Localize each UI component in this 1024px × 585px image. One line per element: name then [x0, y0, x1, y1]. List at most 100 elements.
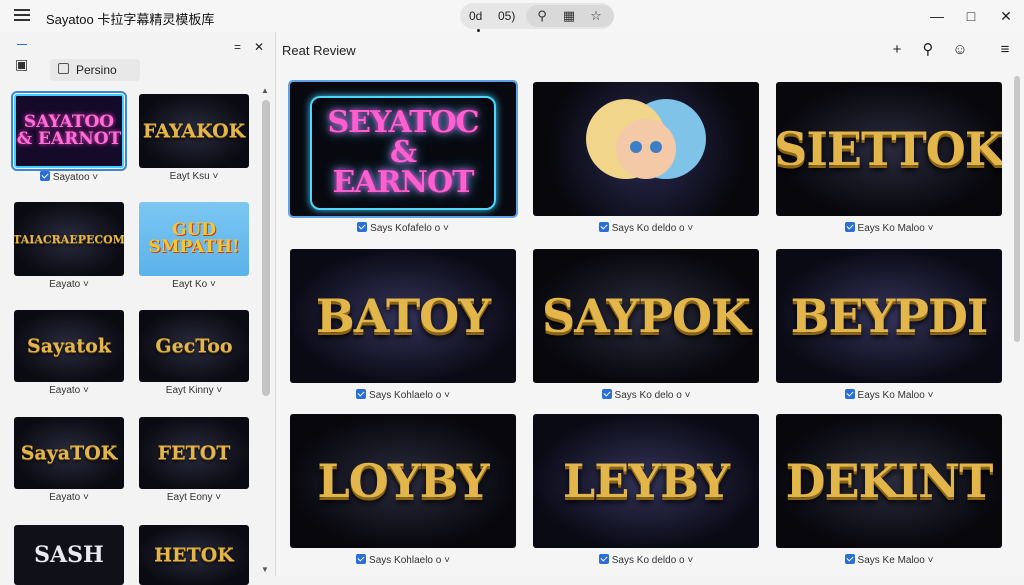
thumbnail-caption[interactable]: Eayt Eony ˅	[139, 492, 249, 503]
checkbox-checked-icon[interactable]	[844, 554, 855, 564]
scroll-up-icon[interactable]: ▲	[261, 86, 269, 95]
template-preview-card[interactable]: DEKINT	[776, 414, 1002, 548]
card-art-text	[533, 82, 759, 216]
template-preview-card[interactable]: LEYBY	[533, 414, 759, 548]
tab-persino[interactable]: Persino	[50, 59, 140, 81]
search-refine-icon[interactable]: ⚲	[534, 8, 550, 24]
template-thumbnail[interactable]: SASH	[14, 525, 124, 585]
template-thumbnail[interactable]: FETOT	[139, 417, 249, 489]
chevron-down-icon[interactable]: ˅	[441, 390, 450, 401]
checkbox-checked-icon[interactable]	[357, 222, 368, 232]
chevron-down-icon[interactable]: ˅	[441, 555, 450, 566]
card-caption[interactable]: Says Ko deldo o ˅	[533, 554, 759, 566]
caption-label: Eayt Ksu	[169, 171, 210, 182]
template-thumbnail[interactable]: SAYATOO & EARNOT	[11, 91, 127, 171]
checkbox-checked-icon[interactable]	[844, 222, 855, 232]
template-thumbnail[interactable]: GecToo	[139, 310, 249, 382]
panel-minimize-icon[interactable]: =	[234, 40, 241, 54]
template-preview-card[interactable]: BATOY	[290, 249, 516, 383]
template-thumbnail[interactable]: FAYAKOK	[139, 94, 249, 168]
chevron-down-icon[interactable]: ˅	[207, 279, 216, 290]
card-caption[interactable]: Says Kohlaelo o ˅	[290, 389, 516, 401]
add-icon[interactable]: +	[888, 41, 906, 59]
left-scrollbar[interactable]: ▲ ▼	[259, 84, 273, 576]
star-icon[interactable]: ☆	[588, 8, 604, 24]
chevron-down-icon[interactable]: ˅	[925, 555, 934, 566]
chevron-down-icon[interactable]: ˅	[925, 390, 934, 401]
caption-label: Eayato	[49, 385, 81, 396]
maximize-button[interactable]: □	[961, 6, 981, 26]
checkbox-checked-icon[interactable]	[598, 554, 609, 564]
template-preview-card[interactable]: SEYATOC & EARNOT	[288, 80, 518, 218]
chevron-down-icon[interactable]: ˅	[210, 171, 218, 182]
card-caption[interactable]: Says Ko delo o ˅	[533, 389, 759, 401]
caption-label: Says Kohlaelo o	[369, 390, 442, 401]
chevron-down-icon[interactable]: ˅	[80, 385, 89, 396]
chevron-down-icon[interactable]: ˅	[80, 279, 89, 290]
thumbnail-art-text: SASH	[34, 542, 104, 568]
template-preview-card[interactable]: SIETTOK	[776, 82, 1002, 216]
scroll-down-icon[interactable]: ▼	[261, 565, 269, 574]
thumbnail-caption[interactable]: Eayt Ko ˅	[139, 279, 249, 290]
template-preview-card[interactable]	[533, 82, 759, 216]
card-caption[interactable]: Says Kohlaelo o ˅	[290, 554, 516, 566]
right-scrollbar[interactable]	[1012, 68, 1022, 576]
thumbnail-art-text: FETOT	[157, 441, 231, 464]
template-thumbnail[interactable]: TAIACRAEPECOM	[14, 202, 124, 276]
preview-panel: Reat Review + ⚲ ☺ ≡ SEYATOC & EARNOT Says…	[276, 32, 1024, 576]
thumbnail-caption[interactable]: Eayt Ksu ˅	[139, 171, 249, 182]
more-menu-icon[interactable]: ≡	[996, 41, 1014, 59]
template-thumbnail[interactable]: Sayatok	[14, 310, 124, 382]
caption-label: Eayt Eony	[166, 492, 213, 503]
checkbox-checked-icon[interactable]	[39, 171, 50, 181]
template-thumbnail[interactable]: GUD SMPATH!	[139, 202, 249, 276]
checkbox-checked-icon[interactable]	[356, 389, 367, 399]
chevron-down-icon[interactable]: ˅	[90, 172, 98, 183]
checkbox-checked-icon[interactable]	[844, 389, 855, 399]
template-preview-card[interactable]: SAYPOK	[533, 249, 759, 383]
card-caption[interactable]: Eays Ko Maloo ˅	[776, 222, 1002, 234]
checkbox-checked-icon[interactable]	[598, 222, 609, 232]
thumbnail-caption[interactable]: Eayato ˅	[14, 279, 124, 290]
grid-view-icon[interactable]: ▣	[15, 56, 28, 73]
card-art-text: LEYBY	[562, 454, 730, 508]
pill-right-text[interactable]: 05)	[498, 9, 515, 23]
pill-left-text[interactable]: 0d	[469, 9, 482, 23]
panel-close-icon[interactable]: ✕	[254, 40, 264, 54]
template-preview-card[interactable]: BEYPDI	[776, 249, 1002, 383]
user-icon[interactable]: ☺	[951, 41, 969, 59]
close-button[interactable]: ✕	[996, 6, 1016, 26]
thumbnail-caption[interactable]: Sayatoo ˅	[14, 171, 124, 183]
caption-label: Eays Ko Maloo	[857, 390, 925, 401]
template-thumbnail[interactable]: HETOK	[139, 525, 249, 585]
chevron-down-icon[interactable]: ˅	[80, 492, 89, 503]
chevron-down-icon[interactable]: ˅	[214, 385, 222, 396]
chevron-down-icon[interactable]: ˅	[925, 223, 934, 234]
card-caption[interactable]: Says Ko deldo o ˅	[533, 222, 759, 234]
view-toggle[interactable]: ▣	[9, 40, 37, 82]
template-thumbnail[interactable]: SayaTOK	[14, 417, 124, 489]
card-caption[interactable]: Says Ke Maloo ˅	[776, 554, 1002, 566]
checkbox-checked-icon[interactable]	[601, 389, 612, 399]
chevron-down-icon[interactable]: ˅	[682, 390, 691, 401]
card-caption[interactable]: Says Kofafelo o ˅	[290, 222, 516, 234]
chevron-down-icon[interactable]: ˅	[685, 223, 693, 234]
card-art-text: LOYBY	[317, 454, 489, 508]
minimize-button[interactable]: —	[927, 6, 947, 26]
card-caption[interactable]: Eays Ko Maloo ˅	[776, 389, 1002, 401]
scroll-thumb[interactable]	[1014, 76, 1020, 342]
chevron-down-icon[interactable]: ˅	[685, 555, 693, 566]
hamburger-menu-icon[interactable]	[14, 9, 30, 23]
thumbnail-caption[interactable]: Eayato ˅	[14, 385, 124, 396]
thumbnail-caption[interactable]: Eayt Kinny ˅	[139, 385, 249, 396]
chevron-down-icon[interactable]: ˅	[440, 223, 449, 234]
thumbnail-art-text: TAIACRAEPECOM	[14, 232, 124, 246]
search-icon[interactable]: ⚲	[919, 41, 937, 59]
scroll-thumb[interactable]	[262, 100, 270, 396]
chevron-down-icon[interactable]: ˅	[212, 492, 221, 503]
thumbnail-art-text: GUD SMPATH!	[148, 220, 240, 257]
thumbnail-caption[interactable]: Eayato ˅	[14, 492, 124, 503]
checkbox-checked-icon[interactable]	[356, 554, 367, 564]
translate-icon[interactable]: ▦	[561, 8, 577, 24]
template-preview-card[interactable]: LOYBY	[290, 414, 516, 548]
